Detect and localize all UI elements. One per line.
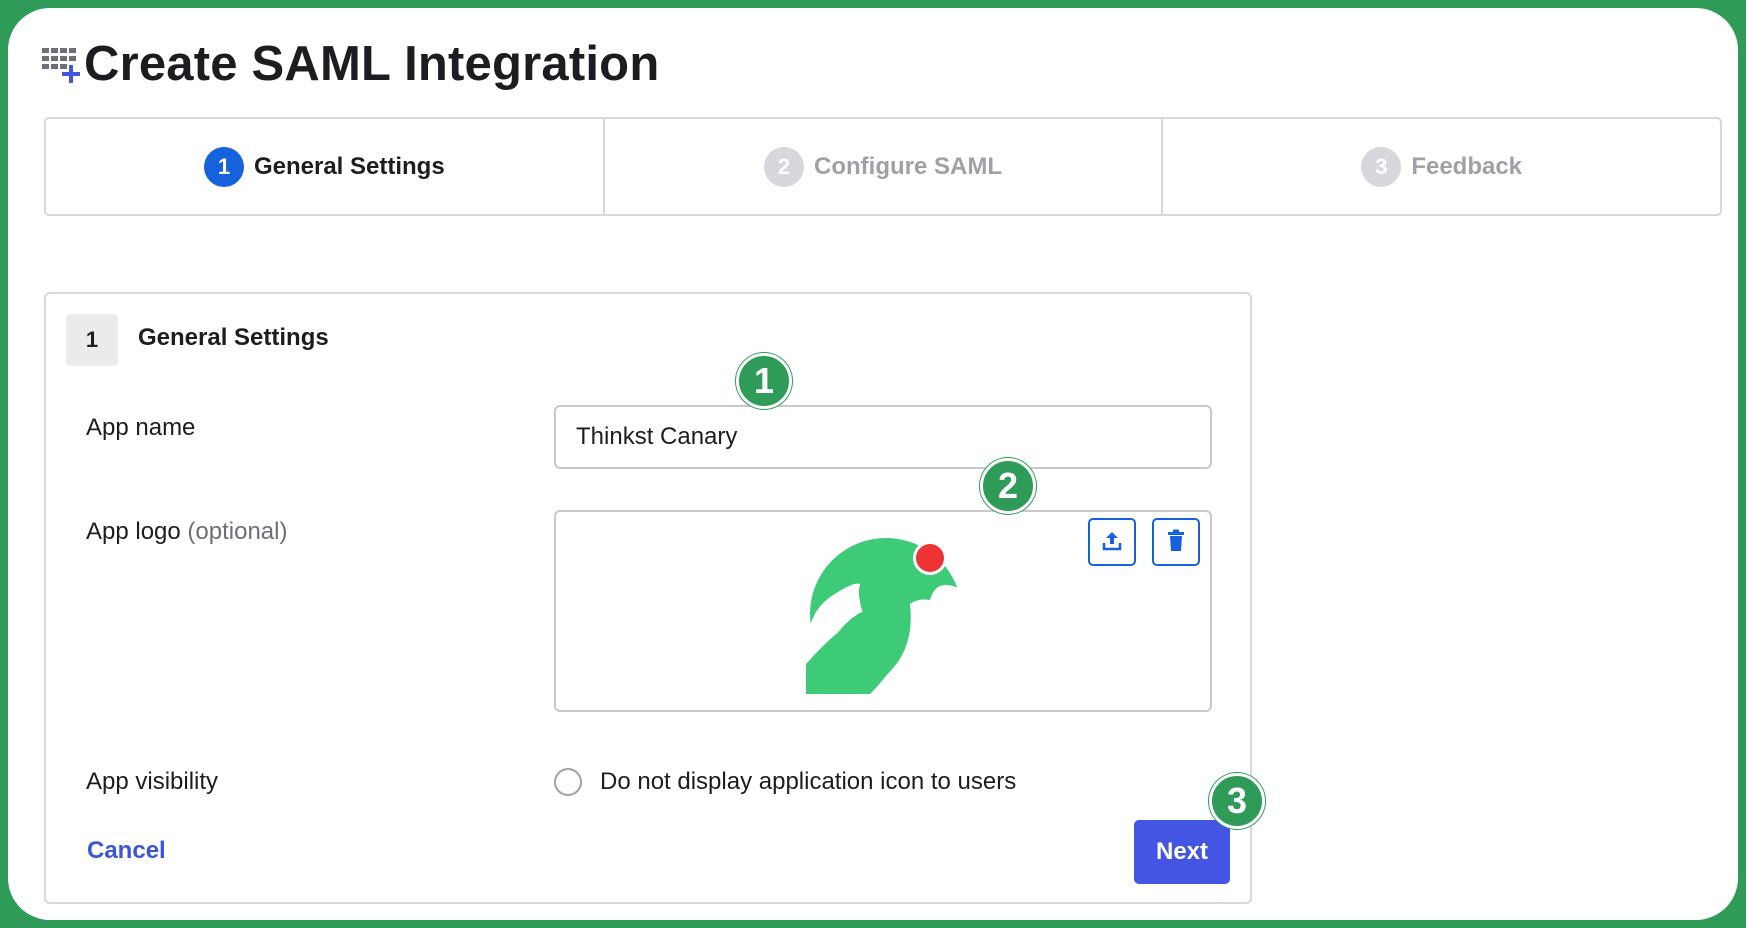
callout-badge-3: 3 xyxy=(1209,773,1265,829)
callout-badge-1: 1 xyxy=(736,353,792,409)
step-number: 1 xyxy=(203,146,244,187)
step-general-settings[interactable]: 1 General Settings xyxy=(46,119,603,214)
page-header: Create SAML Integration xyxy=(42,34,659,94)
app-visibility-label: App visibility xyxy=(86,768,219,795)
hide-app-icon-checkbox[interactable] xyxy=(554,768,582,796)
upload-logo-button[interactable] xyxy=(1088,518,1136,566)
step-label: General Settings xyxy=(253,152,445,180)
step-label: Configure SAML xyxy=(814,152,1002,180)
step-feedback[interactable]: 3 Feedback xyxy=(1161,119,1720,214)
hide-app-icon-label[interactable]: Do not display application icon to users xyxy=(600,768,1016,796)
app-grid-add-icon xyxy=(42,42,80,86)
step-label: Feedback xyxy=(1411,152,1523,180)
step-number: 2 xyxy=(764,146,805,187)
trash-icon xyxy=(1165,529,1187,556)
canary-logo xyxy=(806,534,966,694)
screenshot-frame: Create SAML Integration 1 General Settin… xyxy=(8,8,1738,920)
upload-icon xyxy=(1100,529,1124,556)
general-settings-panel: 1 General Settings App name App logo (op… xyxy=(44,292,1252,904)
app-logo-label-text: App logo xyxy=(86,518,181,545)
cancel-link[interactable]: Cancel xyxy=(87,837,166,865)
page-title: Create SAML Integration xyxy=(84,37,660,91)
section-number: 1 xyxy=(66,314,118,366)
section-title: General Settings xyxy=(138,324,329,351)
delete-logo-button[interactable] xyxy=(1152,518,1200,566)
next-button[interactable]: Next xyxy=(1134,820,1230,884)
optional-hint: (optional) xyxy=(187,518,288,545)
app-name-label: App name xyxy=(86,414,196,441)
wizard-stepper: 1 General Settings 2 Configure SAML 3 Fe… xyxy=(44,117,1722,216)
app-name-input[interactable] xyxy=(554,405,1212,469)
step-configure-saml[interactable]: 2 Configure SAML xyxy=(602,119,1162,214)
app-logo-label: App logo (optional) xyxy=(86,518,287,546)
step-number: 3 xyxy=(1361,146,1402,187)
callout-badge-2: 2 xyxy=(980,458,1036,514)
app-logo-dropzone[interactable] xyxy=(554,510,1212,712)
